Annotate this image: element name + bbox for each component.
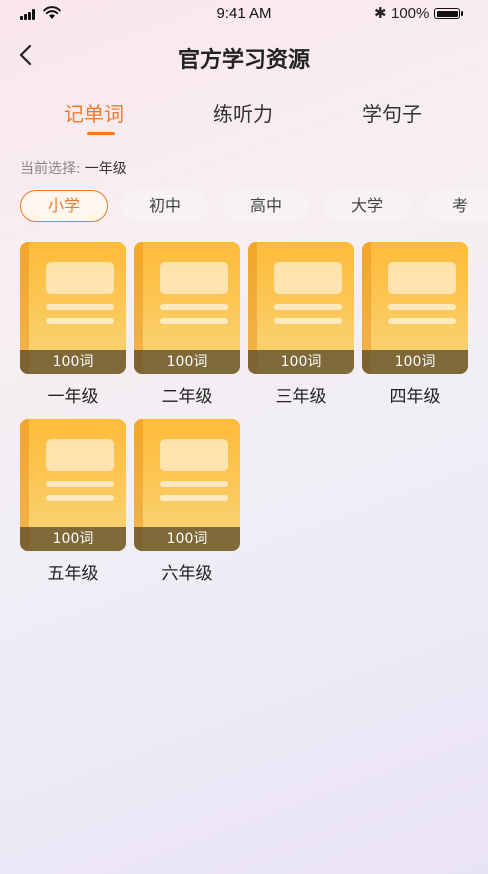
book-word-count: 100词 <box>362 350 468 374</box>
book-title: 六年级 <box>161 564 213 584</box>
status-bar: 9:41 AM ✱ 100% <box>0 0 488 30</box>
tab-listening[interactable]: 练听力 <box>213 98 273 127</box>
book-card-grade-6[interactable]: 100词 六年级 <box>134 419 240 591</box>
tab-vocabulary[interactable]: 记单词 <box>64 98 124 127</box>
book-word-count: 100词 <box>134 527 240 551</box>
battery-percent: 100% <box>391 5 430 22</box>
book-cover: 100词 <box>134 242 240 374</box>
book-title: 三年级 <box>275 387 327 407</box>
level-filter-bar: 小学 初中 高中 大学 考 <box>20 190 488 224</box>
filter-chip-primary[interactable]: 小学 <box>20 190 108 222</box>
book-card-grade-1[interactable]: 100词 一年级 <box>20 242 126 414</box>
book-title: 五年级 <box>47 564 99 584</box>
current-selection-value: 一年级 <box>84 161 127 177</box>
book-word-count: 100词 <box>20 527 126 551</box>
book-card-grade-2[interactable]: 100词 二年级 <box>134 242 240 414</box>
tab-active-indicator <box>87 132 115 135</box>
book-cover: 100词 <box>134 419 240 551</box>
filter-chip-senior-high[interactable]: 高中 <box>222 190 310 222</box>
page-title: 官方学习资源 <box>177 48 310 73</box>
book-word-count: 100词 <box>20 350 126 374</box>
book-title: 二年级 <box>161 387 213 407</box>
filter-chip-university[interactable]: 大学 <box>323 190 411 222</box>
book-card-grade-5[interactable]: 100词 五年级 <box>20 419 126 591</box>
bluetooth-icon: ✱ <box>374 4 387 22</box>
filter-chip-junior-high[interactable]: 初中 <box>121 190 209 222</box>
book-cover: 100词 <box>20 242 126 374</box>
filter-chip-exam[interactable]: 考 <box>424 190 488 222</box>
battery-icon <box>434 8 460 19</box>
current-selection: 当前选择: 一年级 <box>20 158 127 178</box>
book-title: 四年级 <box>389 387 441 407</box>
tab-sentences[interactable]: 学句子 <box>362 98 422 127</box>
book-word-count: 100词 <box>248 350 354 374</box>
book-cover: 100词 <box>362 242 468 374</box>
book-cover: 100词 <box>248 242 354 374</box>
nav-bar: 官方学习资源 <box>0 36 488 76</box>
book-cover: 100词 <box>20 419 126 551</box>
current-selection-label: 当前选择: <box>20 161 81 177</box>
book-card-grade-3[interactable]: 100词 三年级 <box>248 242 354 414</box>
battery-tip <box>461 11 463 16</box>
book-title: 一年级 <box>47 387 99 407</box>
book-word-count: 100词 <box>134 350 240 374</box>
tab-bar: 记单词 练听力 学句子 <box>0 98 488 138</box>
book-card-grade-4[interactable]: 100词 四年级 <box>362 242 468 414</box>
